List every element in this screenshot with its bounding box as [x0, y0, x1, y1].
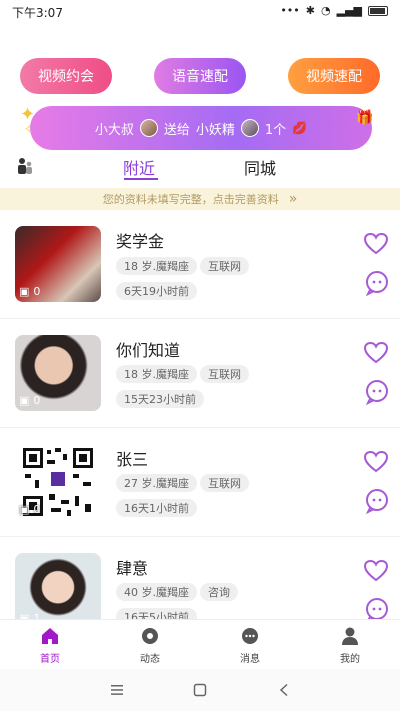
photo-count-badge: ▣ 0: [19, 503, 40, 516]
last-seen-chip: 15天23小时前: [116, 390, 204, 408]
photo-count: 1: [33, 612, 41, 619]
bottom-nav: 首页 动态 消息 我的: [0, 619, 400, 669]
photo-count: 0: [33, 285, 41, 298]
profile-incomplete-notice[interactable]: 您的资料未填写完整，点击完善资料 »: [0, 188, 400, 210]
back-icon[interactable]: [278, 683, 290, 697]
nav-moments-label: 动态: [140, 654, 160, 665]
like-heart-icon[interactable]: [363, 232, 389, 256]
active-tab-indicator: [124, 178, 158, 180]
user-name: 奖学金: [116, 232, 165, 251]
age-chip: 40 岁.魔羯座: [116, 583, 197, 601]
like-heart-icon[interactable]: [363, 450, 389, 474]
age-chip: 18 岁.魔羯座: [116, 365, 197, 383]
photo-count-badge: ▣ 1: [19, 612, 40, 619]
chat-bubble-icon[interactable]: [364, 488, 390, 514]
receiver-avatar: [240, 119, 259, 137]
list-item[interactable]: ▣ 0 你们知道 18 岁.魔羯座 互联网 15天23小时前: [0, 319, 400, 427]
signal-icon: ▂▄▆: [336, 4, 362, 17]
chat-bubble-icon[interactable]: [364, 597, 390, 619]
gift-count: 1个: [264, 122, 287, 138]
user-name: 肆意: [116, 559, 149, 578]
tab-nearby[interactable]: 附近: [123, 155, 155, 179]
like-heart-icon[interactable]: [363, 559, 389, 583]
notification-dots-icon: •••: [280, 4, 300, 17]
gift-receiver: 小妖精: [195, 122, 235, 138]
user-photo[interactable]: ▣ 0: [15, 335, 101, 411]
nav-mine-label: 我的: [340, 654, 360, 665]
image-icon: ▣: [19, 612, 30, 619]
notice-arrow-icon: »: [288, 191, 298, 207]
user-name: 你们知道: [116, 341, 181, 360]
system-nav-bar: [0, 669, 400, 711]
image-icon: ▣: [19, 394, 30, 407]
nav-home-label: 首页: [40, 654, 60, 665]
image-icon: ▣: [19, 503, 30, 516]
age-chip: 27 岁.魔羯座: [116, 474, 197, 492]
industry-chip: 互联网: [200, 474, 249, 492]
status-icons: ••• ✱ ◔ ▂▄▆: [280, 4, 388, 17]
home-icon: [42, 628, 58, 644]
list-item[interactable]: ▣ 0 奖学金 18 岁.魔羯座 互联网 6天19小时前: [0, 210, 400, 318]
user-photo[interactable]: ▣ 0: [15, 444, 101, 520]
nav-home[interactable]: 首页: [20, 626, 80, 665]
messages-icon: [242, 628, 258, 644]
list-item[interactable]: ▣ 0 张三 27 岁.魔羯座 互联网 16天1小时前: [0, 428, 400, 536]
photo-count-badge: ▣ 0: [19, 394, 40, 407]
gift-sender: 小大叔: [94, 122, 134, 138]
nav-messages-label: 消息: [240, 654, 260, 665]
industry-chip: 互联网: [200, 365, 249, 383]
battery-icon: [368, 5, 388, 16]
tab-same-city[interactable]: 同城: [244, 155, 276, 179]
home-button-icon[interactable]: [193, 683, 207, 697]
gift-box-icon: 🎁: [356, 110, 374, 126]
status-time: 下午3:07: [12, 6, 63, 20]
last-seen-chip: 16天5小时前: [116, 608, 197, 619]
people-filter-icon[interactable]: [16, 157, 34, 175]
photo-count-badge: ▣ 0: [19, 285, 40, 298]
moments-icon: [142, 628, 158, 644]
notice-text: 您的资料未填写完整，点击完善资料: [102, 193, 279, 206]
photo-count: 0: [33, 503, 41, 516]
menu-icon[interactable]: [110, 684, 124, 696]
nav-moments[interactable]: 动态: [120, 626, 180, 665]
video-date-button[interactable]: 视频约会: [20, 58, 112, 94]
bluetooth-icon: ✱: [305, 4, 315, 17]
last-seen-chip: 6天19小时前: [116, 282, 197, 300]
chat-bubble-icon[interactable]: [364, 270, 390, 296]
user-photo[interactable]: ▣ 0: [15, 226, 101, 302]
age-chip: 18 岁.魔羯座: [116, 257, 197, 275]
nav-mine[interactable]: 我的: [320, 626, 380, 665]
user-name: 张三: [116, 450, 149, 469]
industry-chip: 咨询: [200, 583, 238, 601]
profile-icon: [342, 627, 358, 645]
wifi-icon: ◔: [321, 4, 331, 17]
chat-bubble-icon[interactable]: [364, 379, 390, 405]
list-item[interactable]: ▣ 1 肆意 40 岁.魔羯座 咨询 16天5小时前: [0, 537, 400, 619]
status-bar: 下午3:07 ••• ✱ ◔ ▂▄▆: [0, 0, 400, 24]
user-photo[interactable]: ▣ 1: [15, 553, 101, 619]
like-heart-icon[interactable]: [363, 341, 389, 365]
sender-avatar: [139, 119, 158, 137]
industry-chip: 互联网: [200, 257, 249, 275]
last-seen-chip: 16天1小时前: [116, 499, 197, 517]
gift-banner[interactable]: 小大叔 送给 小妖精 1个 💋: [30, 106, 372, 150]
gift-verb: 送给: [163, 122, 190, 138]
nav-messages[interactable]: 消息: [220, 626, 280, 665]
video-match-button[interactable]: 视频速配: [288, 58, 380, 94]
lips-gift-icon: 💋: [292, 121, 308, 135]
voice-match-button[interactable]: 语音速配: [154, 58, 246, 94]
photo-count: 0: [33, 394, 41, 407]
image-icon: ▣: [19, 285, 30, 298]
